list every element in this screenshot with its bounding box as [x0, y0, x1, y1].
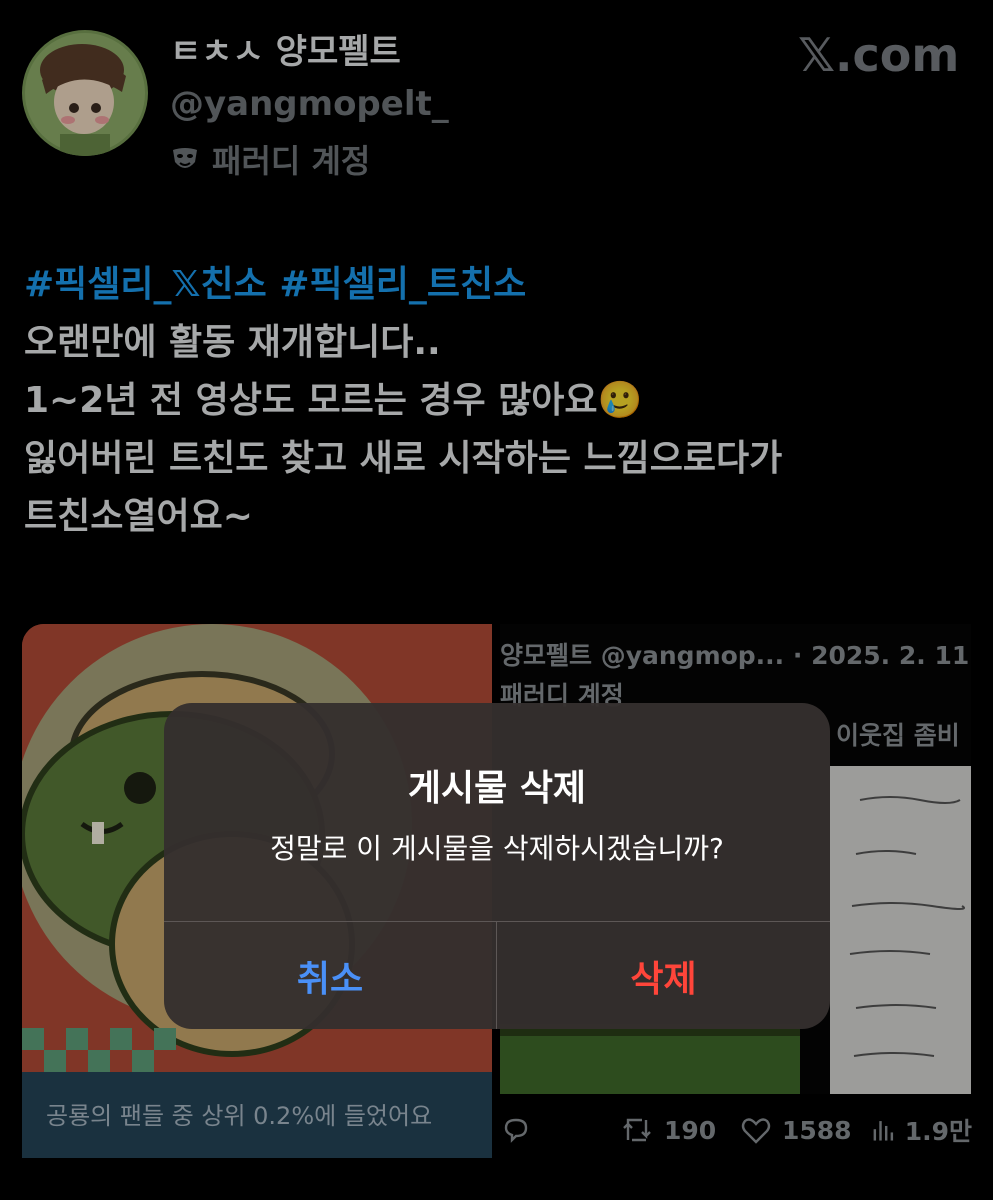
delete-button[interactable]: 삭제	[497, 922, 830, 1029]
delete-post-alert: 게시물 삭제 정말로 이 게시물을 삭제하시겠습니까? 취소 삭제	[164, 703, 830, 1029]
cancel-button[interactable]: 취소	[164, 922, 496, 1029]
alert-message: 정말로 이 게시물을 삭제하시겠습니까?	[270, 832, 724, 865]
alert-title: 게시물 삭제	[407, 768, 587, 809]
